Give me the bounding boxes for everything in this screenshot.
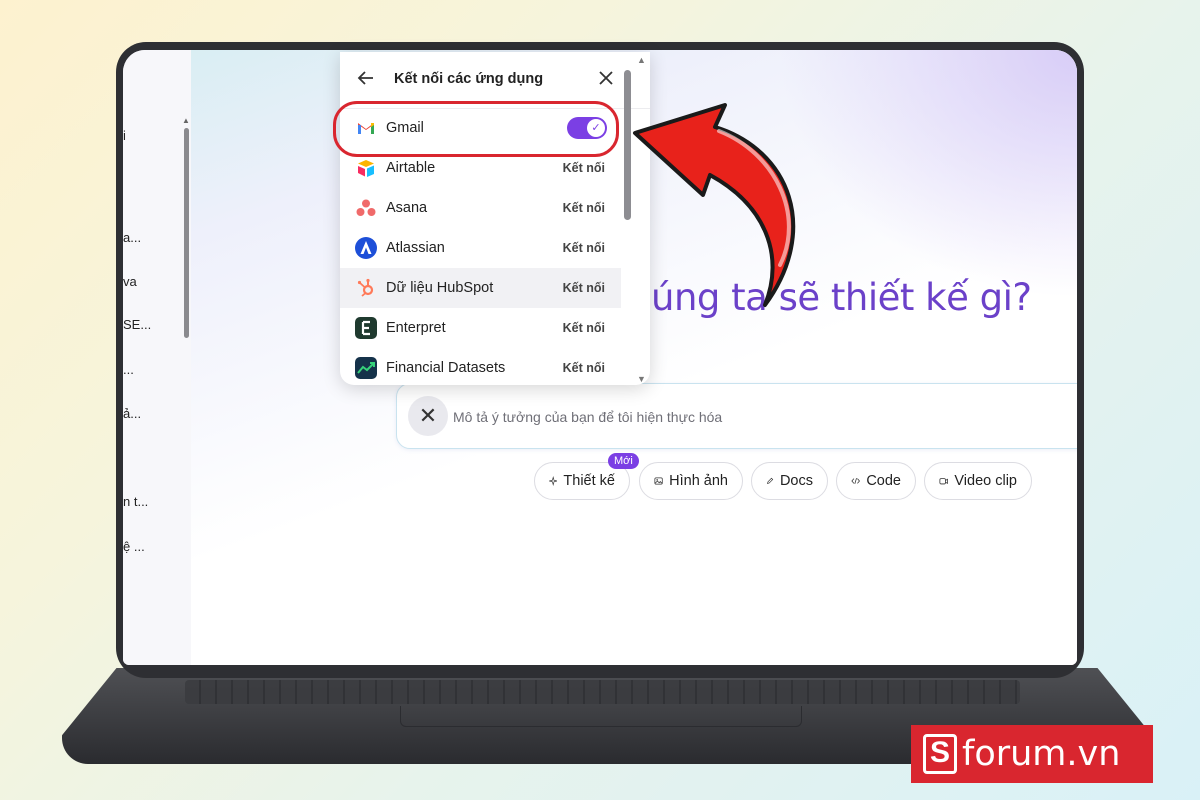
laptop-trackpad xyxy=(400,706,802,727)
app-name: Airtable xyxy=(386,160,436,176)
app-name: Enterpret xyxy=(386,320,446,336)
history-item[interactable]: ệ ... xyxy=(123,539,145,554)
chip-label: Code xyxy=(866,473,901,489)
list-item-asana[interactable]: Asana Kết nối xyxy=(340,188,621,228)
sparkle-icon xyxy=(549,476,558,486)
enterpret-icon xyxy=(355,317,377,339)
pen-icon xyxy=(767,477,774,484)
hubspot-icon xyxy=(357,278,374,297)
close-icon[interactable]: ✕ xyxy=(408,396,448,436)
sidebar-scrollbar[interactable] xyxy=(184,128,189,338)
prompt-input[interactable] xyxy=(451,402,1075,432)
history-item[interactable]: n t... xyxy=(123,494,148,509)
chip-docs[interactable]: Docs xyxy=(751,462,828,500)
app-name: Dữ liệu HubSpot xyxy=(386,280,494,296)
chip-code[interactable]: Code xyxy=(836,462,916,500)
scroll-up-arrow[interactable]: ▲ xyxy=(637,55,646,65)
history-item[interactable]: ... xyxy=(123,362,134,377)
curved-arrow-annotation xyxy=(633,103,796,307)
prompt-box[interactable]: ✕ xyxy=(396,383,1077,449)
history-item[interactable]: ả... xyxy=(123,406,141,421)
new-badge: Mới xyxy=(608,453,639,469)
app-name: Financial Datasets xyxy=(386,360,506,376)
chip-image[interactable]: Hình ảnh xyxy=(639,462,743,500)
connect-button[interactable]: Kết nối xyxy=(563,281,605,295)
dialog-title: Kết nối các ứng dụng xyxy=(394,71,544,87)
connect-button[interactable]: Kết nối xyxy=(563,161,605,175)
chip-video[interactable]: Video clip xyxy=(924,462,1032,500)
scroll-down-arrow[interactable]: ▼ xyxy=(637,374,646,384)
history-item[interactable]: i xyxy=(123,128,126,143)
chip-label: Thiết kế xyxy=(563,473,615,489)
logo-letter: S xyxy=(923,734,957,774)
chip-label: Video clip xyxy=(954,473,1017,489)
airtable-icon xyxy=(358,160,374,177)
gmail-highlight-annotation xyxy=(333,101,619,157)
video-icon xyxy=(939,478,948,485)
code-icon xyxy=(851,477,860,485)
close-icon[interactable] xyxy=(597,69,615,87)
chip-label: Hình ảnh xyxy=(669,473,728,489)
connect-button[interactable]: Kết nối xyxy=(563,321,605,335)
logo-text: forum.vn xyxy=(962,734,1121,774)
connect-button[interactable]: Kết nối xyxy=(563,361,605,375)
list-item-enterpret[interactable]: Enterpret Kết nối xyxy=(340,308,621,348)
scroll-up-arrow[interactable]: ▲ xyxy=(182,116,190,125)
list-item-atlassian[interactable]: Atlassian Kết nối xyxy=(340,228,621,268)
app-name: Asana xyxy=(386,200,428,216)
back-arrow-icon[interactable] xyxy=(356,68,376,88)
history-item[interactable]: va xyxy=(123,274,137,289)
history-sidebar: i a... va SE... ... ả... n t... ệ ... ▲ xyxy=(123,50,191,665)
history-item[interactable]: a... xyxy=(123,230,141,245)
connect-button[interactable]: Kết nối xyxy=(563,241,605,255)
image-icon xyxy=(654,477,663,485)
financial-datasets-icon xyxy=(355,357,377,379)
chip-label: Docs xyxy=(779,473,813,489)
forum-logo: S forum.vn xyxy=(911,725,1153,783)
list-item-hubspot[interactable]: Dữ liệu HubSpot Kết nối xyxy=(340,268,621,308)
connect-button[interactable]: Kết nối xyxy=(563,201,605,215)
app-name: Atlassian xyxy=(386,240,445,256)
list-item-financial-datasets[interactable]: Financial Datasets Kết nối xyxy=(340,348,621,385)
atlassian-icon xyxy=(355,237,377,259)
laptop-keyboard xyxy=(185,680,1020,704)
asana-icon xyxy=(356,199,376,216)
history-item[interactable]: SE... xyxy=(123,317,151,332)
